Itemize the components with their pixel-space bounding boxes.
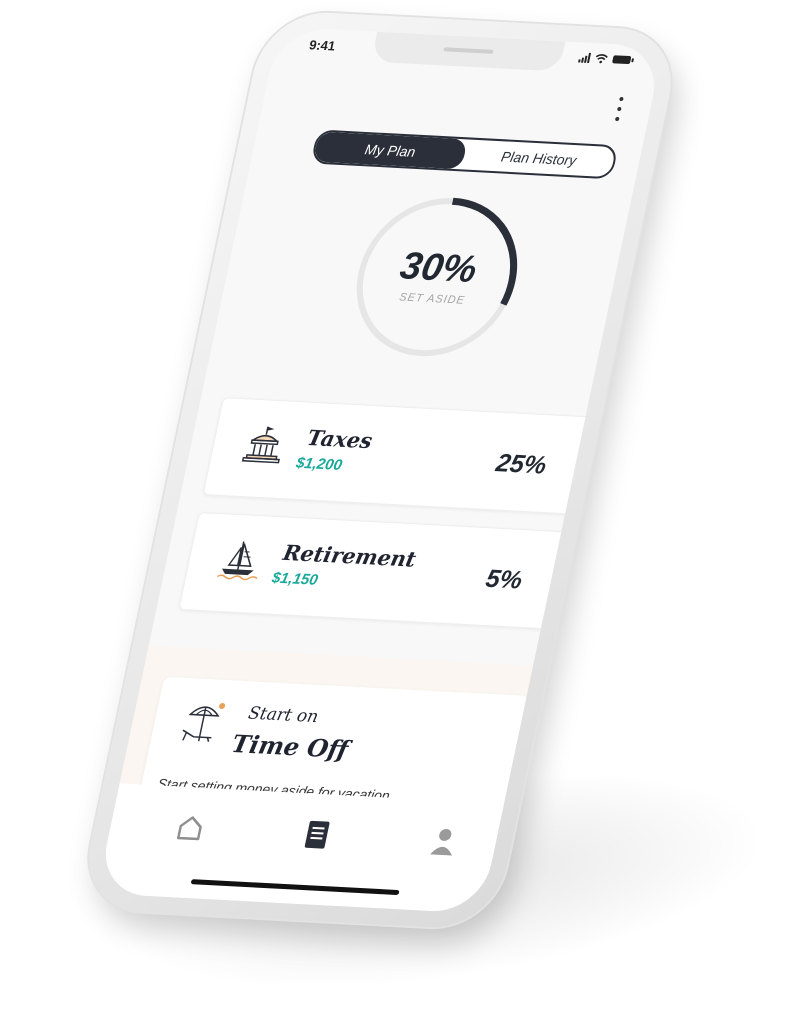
allocation-amount: $1,200	[295, 455, 344, 474]
allocation-card-retirement[interactable]: Retirement $1,150 5%	[178, 512, 567, 629]
set-aside-progress-ring: 30% SET ASIDE	[329, 183, 545, 372]
status-bar: 9:41	[273, 26, 664, 76]
allocation-percent: 25%	[493, 449, 549, 481]
government-building-icon	[238, 422, 291, 468]
more-options-icon[interactable]	[612, 97, 627, 121]
allocation-title: Retirement	[281, 540, 418, 572]
stage: 9:41 My Plan Plan Hi	[0, 0, 788, 987]
status-icons	[578, 52, 632, 65]
allocation-card-taxes[interactable]: Taxes $1,200 25%	[203, 397, 592, 514]
status-time: 9:41	[308, 37, 337, 53]
home-icon[interactable]	[169, 809, 212, 847]
document-icon[interactable]	[296, 815, 339, 853]
person-icon[interactable]	[422, 822, 465, 860]
bottom-tab-bar	[97, 783, 504, 913]
plan-segmented-control: My Plan Plan History	[310, 129, 618, 179]
wifi-icon	[594, 53, 609, 64]
promo-eyebrow: Start on	[246, 703, 320, 727]
phone-frame: 9:41 My Plan Plan Hi	[77, 10, 682, 931]
app-screen: 9:41 My Plan Plan Hi	[97, 26, 664, 913]
home-indicator	[191, 879, 400, 895]
battery-icon	[612, 55, 632, 64]
cellular-signal-icon	[578, 52, 591, 63]
tab-plan-history[interactable]: Plan History	[461, 139, 616, 177]
tab-my-plan[interactable]: My Plan	[313, 132, 468, 170]
promo-title: Time Off	[229, 729, 351, 764]
beach-umbrella-chair-icon	[176, 696, 234, 746]
allocation-amount: $1,150	[270, 569, 319, 588]
allocation-percent: 5%	[483, 565, 525, 596]
sailboat-icon	[214, 536, 267, 582]
allocation-title: Taxes	[305, 425, 375, 453]
